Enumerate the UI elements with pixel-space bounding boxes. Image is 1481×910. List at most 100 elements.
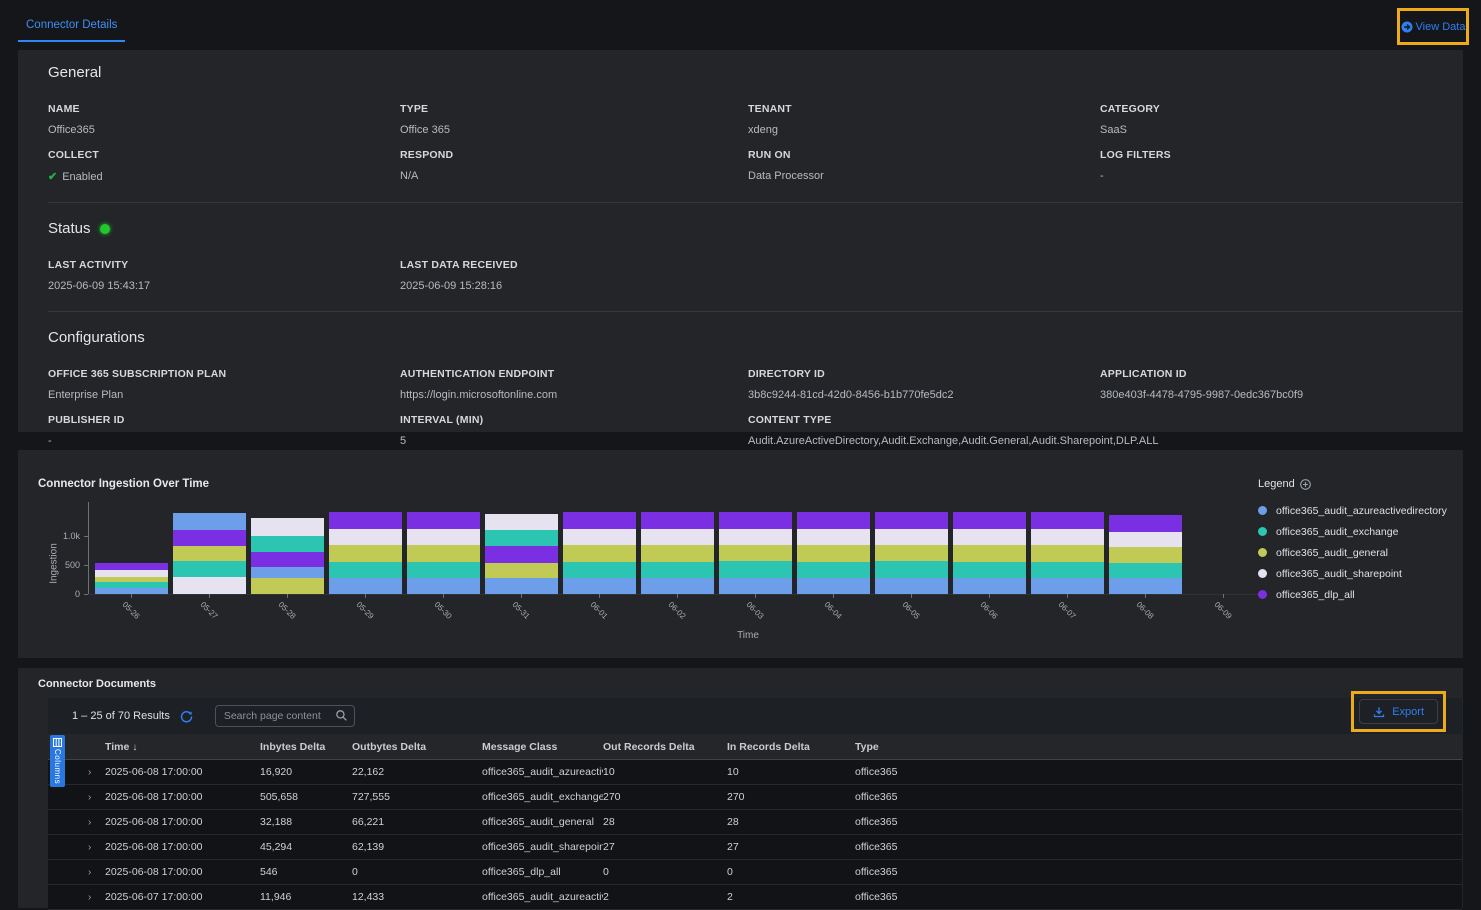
row-expander-icon[interactable]: › — [88, 842, 105, 853]
configuration-fields: OFFICE 365 SUBSCRIPTION PLAN Enterprise … — [48, 368, 1463, 460]
y-tick-label: 500 — [46, 560, 80, 570]
bar-segment-exch — [719, 561, 792, 577]
table-cell: 270 — [603, 791, 727, 803]
table-row[interactable]: ›2025-06-08 17:00:00546 0 office365_dlp_al… — [48, 860, 1462, 885]
table-row[interactable]: ›2025-06-08 17:00:0045,29462,139office36… — [48, 835, 1462, 860]
legend-item-exch[interactable]: office365_audit_exchange — [1258, 521, 1447, 542]
row-expander-icon[interactable]: › — [88, 892, 105, 903]
column-header-out-records-delta[interactable]: Out Records Delta — [603, 741, 727, 753]
stacked-bars — [92, 504, 1262, 594]
column-header-time[interactable]: Time↓ — [105, 741, 260, 753]
divider — [48, 202, 1463, 203]
stacked-bar-05-27 — [173, 513, 246, 594]
stacked-bar-05-31 — [485, 514, 558, 594]
legend-item-aad[interactable]: office365_audit_azureactivedirectory — [1258, 500, 1447, 521]
x-tick-label: 05-28 — [277, 600, 298, 621]
field-tenant: TENANT xdeng — [748, 103, 1100, 136]
legend-item-gen[interactable]: office365_audit_general — [1258, 542, 1447, 563]
column-header-in-records-delta[interactable]: In Records Delta — [727, 741, 855, 753]
x-axis-tick — [833, 594, 834, 598]
tab-bar: Connector Details View Data — [0, 0, 1481, 50]
table-row[interactable]: ›2025-06-08 17:00:0016,92022,162office36… — [48, 760, 1462, 785]
table-cell: 27 — [603, 841, 727, 853]
row-expander-icon[interactable]: › — [88, 767, 105, 778]
bar-segment-dlp — [173, 530, 246, 546]
general-fields: NAME Office365 TYPE Office 365 TENANT xd… — [48, 103, 1463, 196]
table-cell: office365 — [855, 816, 1462, 828]
view-data-icon — [1401, 21, 1413, 33]
table-cell: 0 — [727, 866, 855, 878]
view-data-button[interactable]: View Data — [1401, 21, 1466, 33]
table-row[interactable]: ›2025-06-08 17:00:00505,658727,555office… — [48, 785, 1462, 810]
bar-segment-dlp — [875, 512, 948, 529]
column-header-type[interactable]: Type — [855, 741, 1462, 753]
stacked-bar-06-01 — [563, 512, 636, 594]
table-row[interactable]: ›2025-06-08 17:00:0032,18866,221office36… — [48, 810, 1462, 835]
connector-documents-card: Connector Documents 1 – 25 of 70 Results — [18, 668, 1463, 908]
field-last-activity: LAST ACTIVITY 2025-06-09 15:43:17 — [48, 259, 400, 292]
row-expander-icon[interactable]: › — [88, 817, 105, 828]
legend-item-dlp[interactable]: office365_dlp_all — [1258, 584, 1447, 605]
chart-legend: Legend office365_audit_azureactivedirect… — [1258, 478, 1447, 605]
export-highlight-box: Export — [1351, 691, 1446, 732]
table-rows: ›2025-06-08 17:00:0016,92022,162office36… — [48, 760, 1462, 910]
bar-segment-sp — [251, 518, 324, 536]
table-cell: 546 — [260, 866, 352, 878]
table-row[interactable]: ›2025-06-07 17:00:0011,94612,433office36… — [48, 885, 1462, 910]
bar-segment-exch — [1109, 563, 1182, 579]
export-button[interactable]: Export — [1359, 699, 1438, 724]
stacked-bar-05-26 — [95, 563, 168, 594]
x-tick-label: 06-07 — [1057, 600, 1078, 621]
download-icon — [1373, 706, 1385, 718]
x-axis-tick — [989, 594, 990, 598]
bar-slot-06-02 — [638, 504, 716, 594]
bar-slot-05-27 — [170, 504, 248, 594]
bar-segment-aad — [875, 578, 948, 594]
columns-tab-label: Columns — [53, 749, 62, 784]
table-cell: 2025-06-08 17:00:00 — [105, 791, 260, 803]
bar-segment-gen — [407, 545, 480, 561]
column-header-outbytes-delta[interactable]: Outbytes Delta — [352, 741, 482, 753]
status-indicator-green — [100, 224, 110, 234]
configurations-heading: Configurations — [48, 329, 1463, 346]
legend-settings-icon[interactable] — [1300, 479, 1311, 490]
table-cell: office365 — [855, 866, 1462, 878]
table-cell: 28 — [727, 816, 855, 828]
tab-connector-details[interactable]: Connector Details — [18, 19, 125, 42]
table-toolbar: 1 – 25 of 70 Results — [48, 698, 1462, 734]
column-header-inbytes-delta[interactable]: Inbytes Delta — [260, 741, 352, 753]
table-cell: office365_audit_exchange — [482, 791, 603, 803]
legend-label: office365_audit_general — [1276, 547, 1388, 559]
bar-segment-exch — [953, 562, 1026, 578]
bar-segment-exch — [797, 562, 870, 578]
field-content-type: CONTENT TYPE Audit.AzureActiveDirectory,… — [748, 414, 1463, 447]
bar-slot-06-09 — [1184, 504, 1262, 594]
sort-descending-icon: ↓ — [132, 742, 137, 753]
refresh-button[interactable] — [180, 710, 193, 723]
x-axis-tick — [131, 594, 132, 598]
table-cell: 2 — [727, 891, 855, 903]
bar-segment-aad — [641, 578, 714, 594]
check-icon: ✔ — [48, 170, 57, 183]
table-cell: 2025-06-08 17:00:00 — [105, 866, 260, 878]
row-expander-icon[interactable]: › — [88, 792, 105, 803]
bar-segment-dlp — [485, 546, 558, 562]
row-expander-icon[interactable]: › — [88, 867, 105, 878]
legend-color-dot — [1258, 548, 1267, 557]
status-heading: Status — [48, 220, 1463, 237]
x-axis-tick — [287, 594, 288, 598]
legend-item-sp[interactable]: office365_audit_sharepoint — [1258, 563, 1447, 584]
y-tick-label: 0 — [46, 589, 80, 599]
table-cell: 16,920 — [260, 766, 352, 778]
column-header-message-class[interactable]: Message Class — [482, 741, 603, 753]
table-cell: 27 — [727, 841, 855, 853]
search-input[interactable] — [215, 705, 355, 727]
bar-slot-06-03 — [716, 504, 794, 594]
bar-segment-exch — [485, 530, 558, 546]
table-cell: 32,188 — [260, 816, 352, 828]
x-tick-label: 06-01 — [589, 600, 610, 621]
table-cell: 727,555 — [352, 791, 482, 803]
columns-tab[interactable]: Columns — [50, 735, 65, 787]
x-axis-tick — [599, 594, 600, 598]
table-cell: office365_dlp_all — [482, 866, 603, 878]
